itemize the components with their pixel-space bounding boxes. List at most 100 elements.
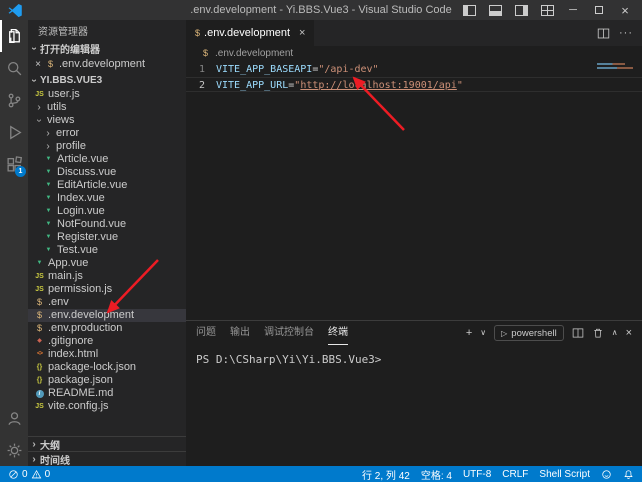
chevron-right-icon: ›: [42, 140, 54, 153]
chevron-right-icon: ›: [28, 439, 40, 450]
timeline-section[interactable]: › 时间线: [28, 451, 186, 466]
tree-item-NotFound.vue[interactable]: ▼NotFound.vue: [28, 218, 186, 231]
tree-item-package-lock.json[interactable]: {}package-lock.json: [28, 361, 186, 374]
terminal-dropdown-chevron-icon[interactable]: ∨: [480, 329, 486, 337]
search-icon[interactable]: [0, 52, 28, 84]
problems-status[interactable]: 0 0: [8, 469, 50, 480]
tree-item-permission.js[interactable]: JSpermission.js: [28, 283, 186, 296]
close-tab-icon[interactable]: ×: [299, 27, 305, 39]
language-mode[interactable]: Shell Script: [539, 469, 590, 480]
file-name: views: [47, 114, 75, 127]
customize-layout-icon[interactable]: [534, 0, 560, 20]
notifications-bell-icon[interactable]: [623, 469, 634, 480]
close-icon[interactable]: ×: [612, 0, 638, 20]
tree-item-views[interactable]: ›views: [28, 114, 186, 127]
eol-sequence[interactable]: CRLF: [502, 469, 528, 480]
code-line-1[interactable]: 1VITE_APP_BASEAPI="/api-dev": [186, 62, 642, 77]
vue-file-icon: ▼: [42, 192, 55, 205]
tree-item-Article.vue[interactable]: ▼Article.vue: [28, 153, 186, 166]
panel-tab-终端[interactable]: 终端: [328, 321, 348, 345]
source-control-icon[interactable]: [0, 84, 28, 116]
vue-file-icon: ▼: [42, 244, 55, 257]
powershell-profile-chip[interactable]: ▷ powershell: [494, 325, 564, 341]
panel-tab-输出[interactable]: 输出: [230, 321, 250, 345]
close-panel-icon[interactable]: ×: [626, 328, 632, 339]
cursor-position[interactable]: 行 2, 列 42: [362, 467, 410, 482]
json-file-icon: {}: [33, 374, 46, 387]
extensions-icon[interactable]: 1: [0, 148, 28, 180]
panel-tabs: 问题输出调试控制台终端: [196, 321, 362, 345]
chevron-down-icon: ›: [33, 115, 46, 127]
tree-item-vite.config.js[interactable]: JSvite.config.js: [28, 400, 186, 413]
chevron-right-icon: ›: [33, 101, 45, 114]
tree-item-Register.vue[interactable]: ▼Register.vue: [28, 231, 186, 244]
tree-item-Index.vue[interactable]: ▼Index.vue: [28, 192, 186, 205]
sidebar-bottom-sections: › 大纲 › 时间线: [28, 436, 186, 466]
file-name: Register.vue: [57, 231, 118, 244]
minimize-icon[interactable]: ─: [560, 0, 586, 20]
bottom-panel: 问题输出调试控制台终端 + ∨ ▷ powershell ∧ ×: [186, 320, 642, 466]
terminal-prompt: PS D:\CSharp\Yi\Yi.BBS.Vue3>: [196, 353, 381, 366]
breadcrumb[interactable]: $ .env.development: [186, 46, 642, 60]
close-editor-icon[interactable]: ×: [32, 59, 44, 70]
vue-file-icon: ▼: [42, 166, 55, 179]
tree-item-user.js[interactable]: JSuser.js: [28, 88, 186, 101]
open-editors-label: 打开的编辑器: [40, 41, 100, 56]
env-file-icon: $: [195, 28, 200, 38]
file-name: package.json: [48, 374, 113, 387]
minimap-line: [597, 67, 633, 69]
toggle-secondary-sidebar-icon[interactable]: [508, 0, 534, 20]
file-name: EditArticle.vue: [57, 179, 127, 192]
minimap-line: [597, 63, 625, 65]
outline-section[interactable]: › 大纲: [28, 436, 186, 451]
tree-item-EditArticle.vue[interactable]: ▼EditArticle.vue: [28, 179, 186, 192]
tree-item-package.json[interactable]: {}package.json: [28, 374, 186, 387]
tree-item-Login.vue[interactable]: ▼Login.vue: [28, 205, 186, 218]
maximize-panel-chevron-icon[interactable]: ∧: [612, 329, 618, 337]
split-editor-icon[interactable]: [597, 27, 610, 40]
open-editor-item[interactable]: × $ .env.development: [28, 56, 186, 72]
terminal-output[interactable]: PS D:\CSharp\Yi\Yi.BBS.Vue3>: [186, 345, 642, 374]
panel-tab-问题[interactable]: 问题: [196, 321, 216, 345]
json-file-icon: {}: [33, 361, 46, 374]
encoding[interactable]: UTF-8: [463, 469, 491, 480]
account-icon[interactable]: [0, 402, 28, 434]
feedback-smiley-icon[interactable]: [601, 469, 612, 480]
tree-item-utils[interactable]: ›utils: [28, 101, 186, 114]
run-debug-icon[interactable]: [0, 116, 28, 148]
tree-item-README.md[interactable]: iREADME.md: [28, 387, 186, 400]
kill-terminal-trash-icon[interactable]: [592, 327, 604, 339]
js-file-icon: JS: [33, 283, 46, 296]
toggle-panel-icon[interactable]: [482, 0, 508, 20]
tree-item-.env[interactable]: $.env: [28, 296, 186, 309]
split-terminal-icon[interactable]: [572, 327, 584, 339]
toggle-sidebar-icon[interactable]: [456, 0, 482, 20]
tree-item-.env.production[interactable]: $.env.production: [28, 322, 186, 335]
tree-item-.env.development[interactable]: $.env.development: [28, 309, 186, 322]
new-terminal-plus-icon[interactable]: +: [466, 328, 472, 339]
more-actions-icon[interactable]: ···: [619, 27, 633, 39]
tree-item-.gitignore[interactable]: ◆.gitignore: [28, 335, 186, 348]
tab-env-development[interactable]: $ .env.development ×: [186, 20, 314, 46]
tree-item-Test.vue[interactable]: ▼Test.vue: [28, 244, 186, 257]
code-editor[interactable]: 1VITE_APP_BASEAPI="/api-dev"2VITE_APP_UR…: [186, 60, 642, 320]
tree-item-profile[interactable]: ›profile: [28, 140, 186, 153]
code-line-2[interactable]: 2VITE_APP_URL="http://localhost:19001/ap…: [186, 77, 642, 92]
env-file-icon: $: [44, 59, 57, 69]
tree-item-index.html[interactable]: <>index.html: [28, 348, 186, 361]
tree-item-main.js[interactable]: JSmain.js: [28, 270, 186, 283]
file-name: .env: [48, 296, 69, 309]
settings-gear-icon[interactable]: [0, 434, 28, 466]
tree-item-error[interactable]: ›error: [28, 127, 186, 140]
tree-item-Discuss.vue[interactable]: ▼Discuss.vue: [28, 166, 186, 179]
maximize-icon[interactable]: [586, 0, 612, 20]
indentation[interactable]: 空格: 4: [421, 467, 452, 482]
panel-actions: + ∨ ▷ powershell ∧ ×: [466, 325, 632, 341]
project-section[interactable]: › YI.BBS.VUE3: [28, 72, 186, 88]
env-file-icon: $: [199, 48, 212, 58]
minimap[interactable]: [597, 63, 639, 71]
tree-item-App.vue[interactable]: ▼App.vue: [28, 257, 186, 270]
explorer-icon[interactable]: [0, 20, 28, 52]
open-editors-section[interactable]: › 打开的编辑器: [28, 40, 186, 56]
panel-tab-调试控制台[interactable]: 调试控制台: [264, 321, 314, 345]
